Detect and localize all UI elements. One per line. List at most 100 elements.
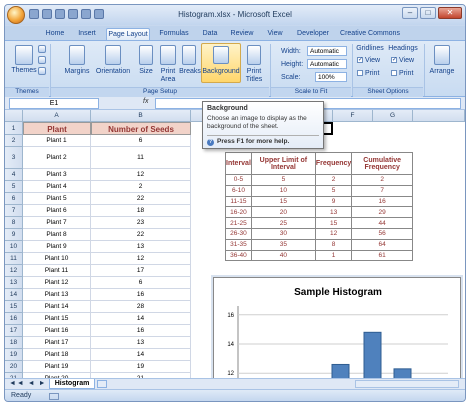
- seeds-cell[interactable]: 14: [91, 313, 191, 325]
- freq-cell[interactable]: 12: [314, 227, 353, 240]
- tab-home[interactable]: Home: [41, 28, 69, 40]
- margins-icon[interactable]: [69, 45, 85, 65]
- plant-cell[interactable]: Plant 6: [23, 205, 91, 217]
- row-header[interactable]: 14: [5, 289, 23, 301]
- freq-header-cell[interactable]: Upper Limit of Interval: [250, 152, 316, 175]
- headings-print-checkbox[interactable]: Print: [391, 70, 421, 77]
- freq-cell[interactable]: 44: [351, 217, 413, 229]
- undo-icon[interactable]: [42, 9, 52, 19]
- background-button[interactable]: Background: [201, 68, 241, 75]
- plant-cell[interactable]: Plant 5: [23, 193, 91, 205]
- freq-cell[interactable]: 26-30: [225, 227, 252, 240]
- freq-header-cell[interactable]: Frequency: [314, 152, 353, 175]
- seeds-cell[interactable]: 14: [91, 349, 191, 361]
- tab-review[interactable]: Review: [227, 28, 257, 40]
- column-header-h[interactable]: [413, 110, 465, 122]
- plant-cell[interactable]: Plant 17: [23, 337, 91, 349]
- freq-cell[interactable]: 64: [351, 238, 413, 251]
- seeds-cell[interactable]: 12: [91, 169, 191, 181]
- plant-cell[interactable]: Plant 16: [23, 325, 91, 337]
- freq-cell[interactable]: 29: [351, 206, 413, 219]
- tab-developer[interactable]: Developer: [293, 28, 333, 40]
- new-sheet-icon[interactable]: [97, 380, 107, 388]
- row-header[interactable]: 8: [5, 217, 23, 229]
- row-header[interactable]: 1: [5, 122, 23, 135]
- freq-header-cell[interactable]: Interval: [225, 152, 252, 175]
- plant-cell[interactable]: Plant 4: [23, 181, 91, 193]
- row-header[interactable]: 9: [5, 229, 23, 241]
- plant-cell[interactable]: Plant 10: [23, 253, 91, 265]
- maximize-icon[interactable]: □: [420, 7, 436, 19]
- orientation-icon[interactable]: [105, 45, 121, 65]
- freq-cell[interactable]: 0-5: [225, 174, 252, 186]
- freq-cell[interactable]: 56: [351, 227, 413, 240]
- new-icon[interactable]: [68, 9, 78, 19]
- row-header[interactable]: 4: [5, 169, 23, 181]
- width-dropdown[interactable]: Automatic: [307, 46, 347, 56]
- histogram-bar[interactable]: [363, 331, 382, 383]
- seeds-cell[interactable]: 18: [91, 205, 191, 217]
- freq-cell[interactable]: 20: [250, 206, 316, 219]
- row-header[interactable]: 5: [5, 181, 23, 193]
- theme-effects-icon[interactable]: [38, 67, 46, 75]
- seeds-cell[interactable]: 23: [91, 217, 191, 229]
- plant-cell[interactable]: Plant 14: [23, 301, 91, 313]
- orientation-button[interactable]: Orientation: [93, 68, 133, 75]
- headings-view-checkbox[interactable]: ✓ View: [391, 57, 421, 64]
- plant-cell[interactable]: Plant 2: [23, 147, 91, 169]
- row-header[interactable]: 17: [5, 325, 23, 337]
- gridlines-print-checkbox[interactable]: Print: [357, 70, 387, 77]
- freq-cell[interactable]: 10: [250, 184, 316, 197]
- tab-creative-commons[interactable]: Creative Commons: [339, 28, 401, 40]
- save-icon[interactable]: [29, 9, 39, 19]
- freq-cell[interactable]: 16-20: [225, 206, 252, 219]
- freq-cell[interactable]: 16: [351, 195, 413, 208]
- print-titles-icon[interactable]: [247, 45, 261, 65]
- fx-icon[interactable]: fx: [143, 98, 148, 105]
- office-button[interactable]: [7, 6, 25, 24]
- freq-cell[interactable]: 2: [351, 174, 413, 186]
- column-header-a[interactable]: A: [23, 110, 91, 122]
- freq-cell[interactable]: 15: [250, 195, 316, 208]
- print-area-icon[interactable]: [160, 45, 176, 65]
- plant-cell[interactable]: Plant 12: [23, 277, 91, 289]
- name-box[interactable]: E1: [9, 98, 99, 109]
- macro-record-icon[interactable]: [49, 393, 59, 400]
- gridlines-view-checkbox[interactable]: ✓ View: [357, 57, 387, 64]
- themes-button[interactable]: Themes: [7, 67, 41, 74]
- seeds-header-cell[interactable]: Number of Seeds: [91, 122, 191, 135]
- plant-cell[interactable]: Plant 9: [23, 241, 91, 253]
- freq-cell[interactable]: 5: [250, 174, 316, 186]
- row-header[interactable]: 20: [5, 361, 23, 373]
- plant-header-cell[interactable]: Plant: [23, 122, 91, 135]
- column-header-g[interactable]: G: [373, 110, 413, 122]
- size-icon[interactable]: [139, 45, 153, 65]
- arrange-icon[interactable]: [434, 45, 450, 65]
- row-header[interactable]: 10: [5, 241, 23, 253]
- plant-cell[interactable]: Plant 18: [23, 349, 91, 361]
- plant-cell[interactable]: Plant 13: [23, 289, 91, 301]
- tab-insert[interactable]: Insert: [73, 28, 101, 40]
- freq-cell[interactable]: 25: [250, 217, 316, 229]
- row-header[interactable]: 13: [5, 277, 23, 289]
- seeds-cell[interactable]: 19: [91, 361, 191, 373]
- print-titles-button[interactable]: Print Titles: [241, 68, 267, 84]
- breaks-button[interactable]: Breaks: [178, 68, 202, 75]
- seeds-cell[interactable]: 13: [91, 337, 191, 349]
- row-header[interactable]: 7: [5, 205, 23, 217]
- freq-cell[interactable]: 1: [314, 249, 353, 262]
- theme-colors-icon[interactable]: [38, 45, 46, 53]
- redo-icon[interactable]: [55, 9, 65, 19]
- column-header-f[interactable]: F: [333, 110, 373, 122]
- row-header[interactable]: 2: [5, 135, 23, 147]
- themes-icon[interactable]: [15, 45, 33, 65]
- qat-customize-icon[interactable]: [94, 9, 104, 19]
- arrange-button[interactable]: Arrange: [425, 68, 459, 75]
- row-header[interactable]: 19: [5, 349, 23, 361]
- freq-header-cell[interactable]: Cumulative Frequency: [351, 152, 413, 175]
- plant-cell[interactable]: Plant 8: [23, 229, 91, 241]
- column-header-b[interactable]: B: [91, 110, 191, 122]
- freq-cell[interactable]: 13: [314, 206, 353, 219]
- tab-data[interactable]: Data: [198, 28, 222, 40]
- plant-cell[interactable]: Plant 1: [23, 135, 91, 147]
